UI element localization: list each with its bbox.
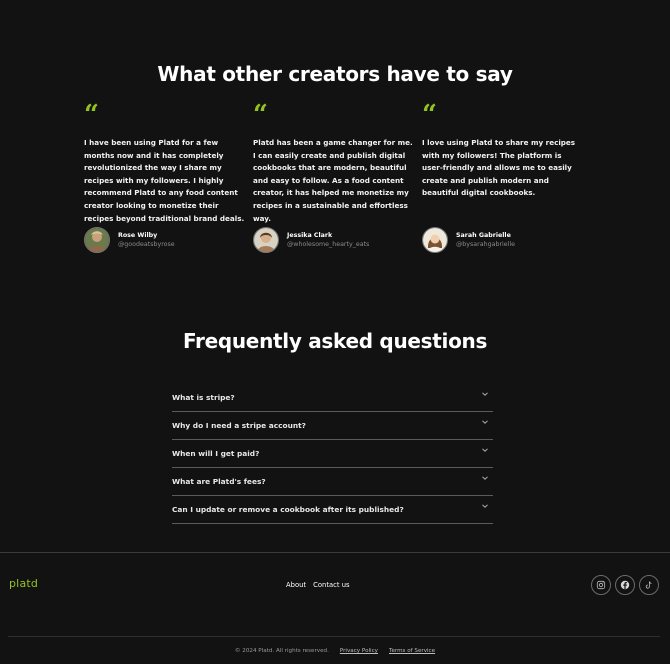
chevron-down-icon bbox=[482, 504, 488, 508]
testimonial-author: Jessika Clark @wholesome_hearty_eats bbox=[253, 227, 369, 253]
footer-nav: About Contact us bbox=[286, 581, 350, 589]
author-name: Jessika Clark bbox=[287, 231, 333, 239]
chevron-down-icon bbox=[482, 476, 488, 480]
privacy-policy-link[interactable]: Privacy Policy bbox=[340, 648, 378, 654]
chevron-down-icon bbox=[482, 392, 488, 396]
chevron-down-icon bbox=[482, 420, 488, 424]
testimonial-quote: Platd has been a game changer for me. I … bbox=[253, 138, 413, 223]
faq-question: What is stripe? bbox=[172, 393, 235, 402]
author-name: Rose Wilby bbox=[118, 231, 158, 239]
quote-icon: “ bbox=[422, 100, 437, 130]
legal-bar: © 2024 Platd. All rights reserved. Priva… bbox=[0, 648, 670, 654]
tiktok-icon bbox=[645, 581, 652, 589]
author-handle: @bysarahgabrielle bbox=[456, 240, 516, 248]
author-handle: @goodeatsbyrose bbox=[118, 240, 175, 248]
faq-item[interactable]: When will I get paid? bbox=[172, 440, 493, 468]
footer-divider bbox=[0, 552, 670, 553]
quote-icon: “ bbox=[84, 100, 99, 130]
chevron-down-icon bbox=[482, 448, 488, 452]
avatar bbox=[253, 227, 279, 253]
testimonial-card: “ Platd has been a game changer for me. … bbox=[253, 100, 415, 253]
facebook-icon bbox=[620, 580, 630, 590]
faq-title: Frequently asked questions bbox=[182, 329, 488, 353]
avatar bbox=[84, 227, 110, 253]
testimonial-card: “ I love using Platd to share my recipes… bbox=[422, 100, 584, 253]
faq-item[interactable]: Can I update or remove a cookbook after … bbox=[172, 496, 493, 524]
faq-question: Why do I need a stripe account? bbox=[172, 421, 306, 430]
footer-divider bbox=[8, 636, 660, 637]
tiktok-link[interactable] bbox=[639, 575, 659, 595]
faq-item[interactable]: What are Platd's fees? bbox=[172, 468, 493, 496]
testimonial-quote: I love using Platd to share my recipes w… bbox=[422, 138, 576, 198]
instagram-icon bbox=[596, 580, 606, 590]
testimonials-title: What other creators have to say bbox=[157, 62, 513, 86]
platd-logo[interactable]: platd bbox=[9, 577, 38, 590]
testimonial-author: Sarah Gabrielle @bysarahgabrielle bbox=[422, 227, 515, 253]
footer-link-contact[interactable]: Contact us bbox=[313, 581, 349, 589]
faq-question: What are Platd's fees? bbox=[172, 477, 266, 486]
faq-item[interactable]: What is stripe? bbox=[172, 384, 493, 412]
testimonial-card: “ I have been using Platd for a few mont… bbox=[84, 100, 246, 253]
faq-item[interactable]: Why do I need a stripe account? bbox=[172, 412, 493, 440]
facebook-link[interactable] bbox=[615, 575, 635, 595]
faq-question: Can I update or remove a cookbook after … bbox=[172, 505, 404, 514]
author-handle: @wholesome_hearty_eats bbox=[287, 240, 370, 248]
footer-link-about[interactable]: About bbox=[286, 581, 306, 589]
avatar bbox=[422, 227, 448, 253]
copyright-text: © 2024 Platd. All rights reserved. bbox=[234, 648, 329, 654]
author-name: Sarah Gabrielle bbox=[456, 231, 511, 239]
faq-list: What is stripe? Why do I need a stripe a… bbox=[172, 384, 493, 524]
instagram-link[interactable] bbox=[591, 575, 611, 595]
faq-question: When will I get paid? bbox=[172, 449, 260, 458]
terms-of-service-link[interactable]: Terms of Service bbox=[389, 648, 435, 654]
testimonial-quote: I have been using Platd for a few months… bbox=[84, 138, 245, 223]
testimonial-author: Rose Wilby @goodeatsbyrose bbox=[84, 227, 175, 253]
quote-icon: “ bbox=[253, 100, 268, 130]
social-links bbox=[591, 575, 659, 595]
